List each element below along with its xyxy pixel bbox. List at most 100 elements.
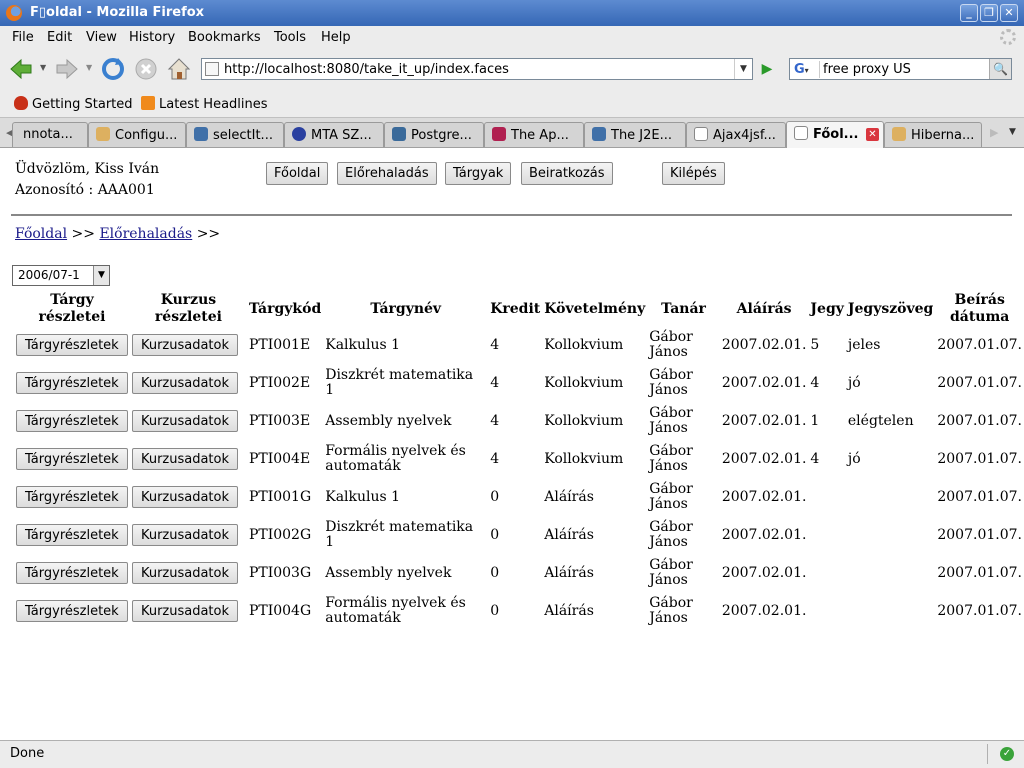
table-row: Tárgyrészletek Kurzusadatok PTI004G Formáli… xyxy=(14,592,1024,630)
tab-mta-sz[interactable]: MTA SZ... xyxy=(284,122,384,147)
course-details-button[interactable]: Kurzusadatok xyxy=(131,448,239,470)
url-history-dropdown-icon[interactable]: ▼ xyxy=(734,59,752,79)
signature-date-cell: 2007.02.01. xyxy=(721,602,807,619)
close-window-button[interactable]: ✕ xyxy=(1000,4,1018,22)
firefox-logo-icon xyxy=(6,5,22,21)
subject-code-cell: PTI004E xyxy=(248,450,311,467)
breadcrumb-link-home[interactable]: Főoldal xyxy=(15,226,67,242)
grade-cell xyxy=(808,592,845,630)
back-history-dropdown-icon[interactable]: ▼ xyxy=(40,63,46,72)
course-details-button[interactable]: Kurzusadatok xyxy=(131,524,239,546)
teacher-cell: Gábor János xyxy=(649,595,693,626)
subject-details-button[interactable]: Tárgyrészletek xyxy=(16,372,128,394)
chevron-down-icon[interactable]: ▼ xyxy=(93,266,109,285)
semester-select[interactable]: 2006/07-1 ▼ xyxy=(12,265,110,286)
grade-text-cell xyxy=(846,478,935,516)
subject-details-button[interactable]: Tárgyrészletek xyxy=(16,410,128,432)
reload-icon[interactable] xyxy=(100,56,126,82)
maximize-button[interactable]: ❐ xyxy=(980,4,998,22)
col-header: Aláírás xyxy=(736,300,792,317)
subject-name-cell: Diszkrét matematika 1 xyxy=(325,367,474,398)
search-magnifier-icon[interactable]: 🔍 xyxy=(989,59,1011,79)
course-details-button[interactable]: Kurzusadatok xyxy=(131,600,239,622)
grade-text-cell xyxy=(846,554,935,592)
subject-code-cell: PTI003E xyxy=(248,412,311,429)
subject-details-button[interactable]: Tárgyrészletek xyxy=(16,562,128,584)
subject-details-button[interactable]: Tárgyrészletek xyxy=(16,524,128,546)
tab-postgre[interactable]: Postgre... xyxy=(384,122,484,147)
menu-edit[interactable]: Edit xyxy=(47,30,72,45)
tab-configu[interactable]: Configu... xyxy=(88,122,186,147)
menu-view[interactable]: View xyxy=(86,30,117,45)
close-tab-icon[interactable]: ✕ xyxy=(866,128,879,141)
tab-list-dropdown-icon[interactable]: ▼ xyxy=(1009,127,1016,137)
tab-hiberna[interactable]: Hiberna... xyxy=(884,122,982,147)
back-arrow-icon[interactable] xyxy=(8,56,34,82)
nav-button-beiratkozas[interactable]: Beiratkozás xyxy=(521,162,613,185)
table-row: Tárgyrészletek Kurzusadatok PTI002G Diszkré… xyxy=(14,516,1024,554)
tab-scroll-right-icon[interactable]: ▶ xyxy=(990,126,998,139)
breadcrumb-link-progress[interactable]: Előrehaladás xyxy=(99,226,192,242)
menu-file[interactable]: File xyxy=(12,30,34,45)
subject-details-button[interactable]: Tárgyrészletek xyxy=(16,334,128,356)
nav-button-fooldal[interactable]: Főoldal xyxy=(266,162,329,185)
grade-cell xyxy=(808,478,845,516)
tab-ajax4jsf[interactable]: Ajax4jsf... xyxy=(686,122,786,147)
requirement-cell: Kollokvium xyxy=(544,412,624,429)
logout-button[interactable]: Kilépés xyxy=(662,162,725,185)
forward-arrow-icon[interactable] xyxy=(54,56,80,82)
url-input[interactable] xyxy=(224,60,734,78)
throbber-icon xyxy=(1000,29,1016,45)
tab-fooldal-active[interactable]: Főol... ✕ xyxy=(786,121,884,148)
subject-details-button[interactable]: Tárgyrészletek xyxy=(16,486,128,508)
menu-tools[interactable]: Tools xyxy=(274,30,306,45)
tab-the-j2e[interactable]: The J2E... xyxy=(584,122,686,147)
subject-details-button[interactable]: Tárgyrészletek xyxy=(16,448,128,470)
teacher-cell: Gábor János xyxy=(649,405,693,436)
nav-button-elorehaladas[interactable]: Előrehaladás xyxy=(337,162,437,185)
course-details-button[interactable]: Kurzusadatok xyxy=(131,410,239,432)
tab-the-ap[interactable]: The Ap... xyxy=(484,122,584,147)
table-header-row: Tárgy részletei Kurzus részletei Tárgykó… xyxy=(14,292,1024,326)
bookmark-getting-started[interactable]: Getting Started xyxy=(14,96,133,112)
grade-text-cell: jeles xyxy=(847,336,881,353)
minimize-button[interactable]: _ xyxy=(960,4,978,22)
page-favicon-icon xyxy=(694,127,708,141)
course-details-button[interactable]: Kurzusadatok xyxy=(131,372,239,394)
progress-table: Tárgy részletei Kurzus részletei Tárgykó… xyxy=(14,292,1024,630)
subject-details-button[interactable]: Tárgyrészletek xyxy=(16,600,128,622)
course-details-button[interactable]: Kurzusadatok xyxy=(131,562,239,584)
window-titlebar: F▯oldal - Mozilla Firefox _ ❐ ✕ xyxy=(0,0,1024,26)
search-box[interactable]: G▾ 🔍 xyxy=(789,58,1012,80)
tab-selectit[interactable]: selectIt... xyxy=(186,122,284,147)
search-input[interactable] xyxy=(823,60,983,78)
col-header: Beírás dátuma xyxy=(949,292,1010,325)
home-icon[interactable] xyxy=(166,56,192,82)
subject-name-cell: Assembly nyelvek xyxy=(325,412,452,429)
bookmark-latest-headlines[interactable]: Latest Headlines xyxy=(141,96,268,112)
stop-icon[interactable] xyxy=(133,56,159,82)
subject-details-button-cell: Tárgyrészletek xyxy=(14,402,130,440)
go-arrow-icon[interactable]: ▶ xyxy=(758,60,776,78)
subject-name-cell: Assembly nyelvek xyxy=(325,564,452,581)
col-header: Tanár xyxy=(661,300,706,317)
subject-details-button-cell: Tárgyrészletek xyxy=(14,554,130,592)
sun-favicon-icon xyxy=(592,127,606,141)
tab-annota[interactable]: nnota... xyxy=(12,122,88,147)
subject-details-button-cell: Tárgyrészletek xyxy=(14,516,130,554)
google-engine-icon[interactable]: G▾ xyxy=(792,61,820,78)
forward-history-dropdown-icon[interactable]: ▼ xyxy=(86,63,92,72)
menu-bookmarks[interactable]: Bookmarks xyxy=(188,30,261,45)
requirement-cell: Aláírás xyxy=(544,564,594,581)
url-bar[interactable]: ▼ xyxy=(201,58,753,80)
course-details-button[interactable]: Kurzusadatok xyxy=(131,334,239,356)
entry-date-cell: 2007.01.07. xyxy=(937,526,1022,543)
menu-history[interactable]: History xyxy=(129,30,175,45)
checkmark-icon: ✓ xyxy=(1000,747,1014,761)
nav-button-targyak[interactable]: Tárgyak xyxy=(445,162,512,185)
teacher-cell: Gábor János xyxy=(649,519,693,550)
page-content: Üdvözlöm, Kiss Iván Azonosító : AAA001 F… xyxy=(0,148,1024,740)
course-details-button[interactable]: Kurzusadatok xyxy=(131,486,239,508)
entry-date-cell: 2007.01.07. xyxy=(937,602,1022,619)
menu-help[interactable]: Help xyxy=(321,30,351,45)
